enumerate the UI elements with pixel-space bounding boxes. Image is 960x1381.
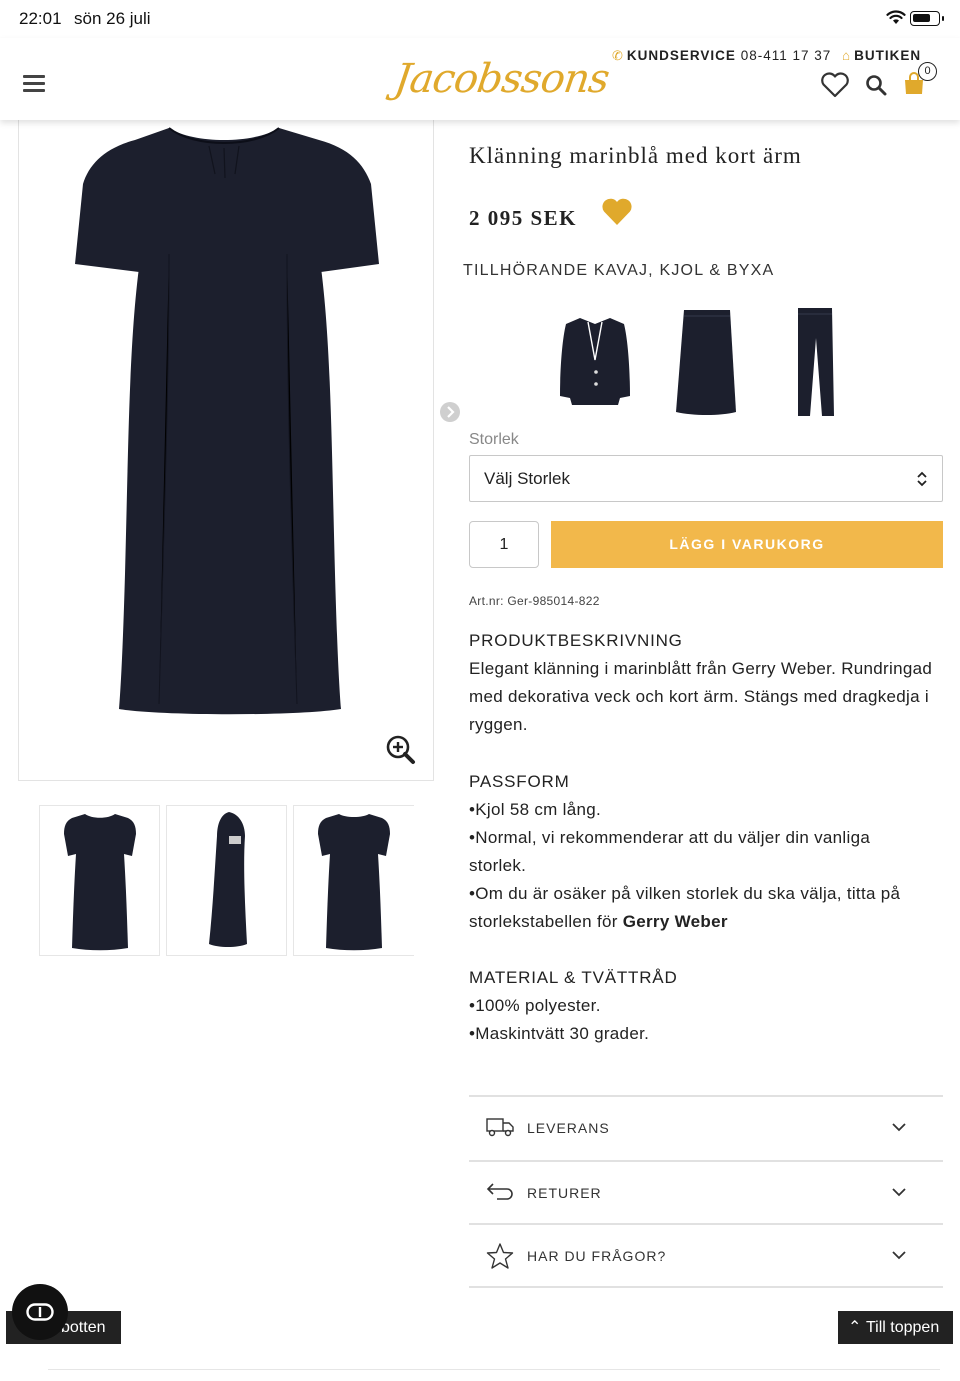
to-top-button[interactable]: ⌃ Till toppen [838, 1311, 953, 1344]
fit-bullet-size-guide: Om du är osäker på vilken storlek du ska… [469, 880, 949, 936]
bottom-divider [48, 1369, 940, 1370]
select-updown-chevron-icon [917, 471, 927, 487]
chevron-down-icon [892, 1251, 906, 1260]
site-header: Jacobssons ✆ KUNDSERVICE 08-411 17 37 ⌂ BU… [0, 38, 960, 120]
co-logo-icon [26, 1303, 54, 1321]
return-arrow-icon [486, 1183, 513, 1200]
truck-icon [486, 1118, 514, 1137]
kundservice-phone: 08-411 17 37 [740, 48, 832, 63]
accordion-label: HAR DU FRÅGOR? [527, 1248, 667, 1264]
next-image-arrow-icon[interactable] [440, 402, 460, 422]
brand-size-guide-link[interactable]: Gerry Weber [623, 912, 728, 931]
search-icon[interactable] [865, 74, 887, 96]
thumbnail-side[interactable] [166, 805, 287, 956]
status-date: sön 26 juli [74, 9, 151, 28]
zoom-icon[interactable] [386, 735, 416, 765]
thumbnail-back[interactable] [293, 805, 414, 956]
chevron-down-icon [892, 1188, 906, 1197]
logo[interactable]: Jacobssons [390, 40, 612, 118]
thumbnail-front[interactable] [39, 805, 160, 956]
description-heading: PRODUKTBESKRIVNING [469, 631, 683, 650]
fit-section: PASSFORM Kjol 58 cm lång. Normal, vi rek… [469, 768, 949, 936]
chat-fab-button[interactable] [12, 1284, 68, 1340]
battery-icon [910, 11, 940, 26]
article-number: Art.nr: Ger-985014-822 [469, 594, 600, 608]
chevron-down-icon [892, 1123, 906, 1132]
description-text: Elegant klänning i marinblått från Gerry… [469, 659, 933, 734]
material-section: MATERIAL & TVÄTTRÅD 100% polyester. Mask… [469, 964, 949, 1048]
chevron-up-icon: ⌃ [848, 1319, 862, 1336]
material-bullet: 100% polyester. [469, 992, 949, 1020]
product-price: 2 095 SEK [469, 206, 578, 230]
kundservice-link[interactable]: ✆ KUNDSERVICE 08-411 17 37 [612, 48, 831, 64]
phone-icon: ✆ [612, 48, 624, 63]
dress-image [75, 127, 379, 715]
accordion-label: LEVERANS [527, 1120, 610, 1136]
accordion-returer[interactable]: RETURER [469, 1163, 943, 1223]
material-heading: MATERIAL & TVÄTTRÅD [469, 968, 678, 987]
status-bar: 22:01 sön 26 juli [0, 0, 960, 38]
fit-bullet: Normal, vi rekommenderar att du väljer d… [469, 824, 899, 880]
wifi-icon [886, 10, 906, 24]
status-time: 22:01 [19, 9, 62, 28]
size-select[interactable]: Välj Storlek [469, 455, 943, 502]
butiken-link[interactable]: ⌂ BUTIKEN [842, 48, 921, 63]
size-label: Storlek [469, 431, 519, 448]
divider [469, 1095, 943, 1097]
hamburger-menu-icon[interactable] [23, 75, 45, 93]
fit-heading: PASSFORM [469, 772, 570, 791]
add-to-cart-button[interactable]: LÄGG I VARUKORG [551, 521, 943, 568]
matching-items-label: TILLHÖRANDE KAVAJ, KJOL & BYXA [463, 262, 775, 279]
size-select-value: Välj Storlek [484, 469, 570, 488]
accordion-leverans[interactable]: LEVERANS [469, 1098, 943, 1158]
accordion-har-du-fragor[interactable]: HAR DU FRÅGOR? [469, 1226, 943, 1286]
material-bullet: Maskintvätt 30 grader. [469, 1020, 949, 1048]
quantity-input[interactable]: 1 [469, 521, 539, 568]
divider [469, 1160, 943, 1162]
butiken-label: BUTIKEN [854, 48, 922, 63]
star-icon [486, 1243, 514, 1269]
cart-count-badge: 0 [918, 62, 937, 81]
accordion-label: RETURER [527, 1185, 602, 1201]
favorite-heart-icon[interactable] [600, 196, 634, 228]
matching-trousers[interactable] [770, 300, 860, 422]
matching-skirt[interactable] [660, 300, 750, 422]
fit-bullet: Kjol 58 cm lång. [469, 796, 949, 824]
wishlist-heart-icon[interactable] [820, 72, 850, 98]
battery-tip [942, 16, 944, 21]
divider [469, 1223, 943, 1225]
kundservice-label: KUNDSERVICE [626, 48, 736, 63]
divider [469, 1286, 943, 1288]
product-main-image[interactable] [18, 104, 434, 781]
product-title: Klänning marinblå med kort ärm [469, 143, 802, 168]
product-description: PRODUKTBESKRIVNING Elegant klänning i ma… [469, 627, 949, 739]
to-top-label: Till toppen [866, 1319, 940, 1336]
home-icon: ⌂ [842, 48, 852, 63]
matching-blazer[interactable] [550, 300, 640, 422]
